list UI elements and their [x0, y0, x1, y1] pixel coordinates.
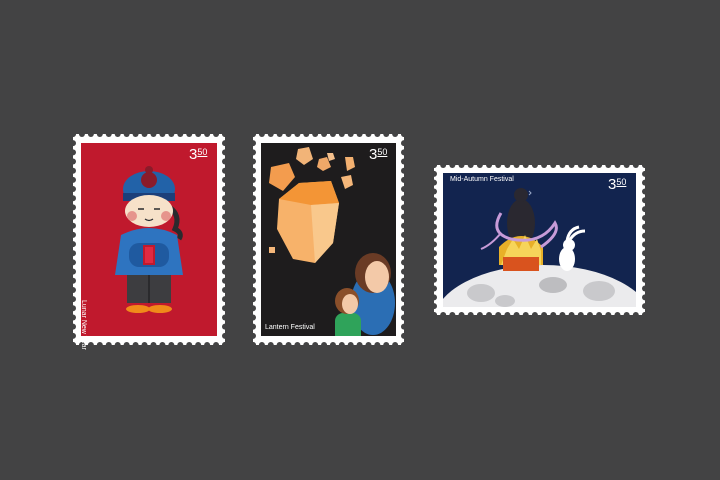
stamp-price: 350 [608, 176, 627, 193]
stamp-price: 350 [369, 146, 388, 163]
stamp-mid-autumn-festival: 350 Mid-Autumn Festival [434, 165, 645, 315]
sky-lanterns-illustration [269, 147, 395, 336]
stamp-artwork [261, 143, 396, 336]
stamp-title: Lantern Festival [265, 324, 315, 331]
stamp-artwork [443, 173, 636, 307]
stamp-lunar-new-year: 350 Lunar New Year [73, 134, 225, 350]
moon-and-rabbit-illustration [443, 188, 636, 307]
stamp-title: Mid-Autumn Festival [450, 176, 514, 183]
stamp-lantern-festival: 350 Lantern Festival [253, 134, 404, 345]
stamp-title: Lunar New Year [80, 300, 87, 350]
child-in-hat-illustration [115, 166, 183, 313]
stamp-artwork [81, 143, 217, 336]
stamp-price: 350 [189, 146, 208, 163]
